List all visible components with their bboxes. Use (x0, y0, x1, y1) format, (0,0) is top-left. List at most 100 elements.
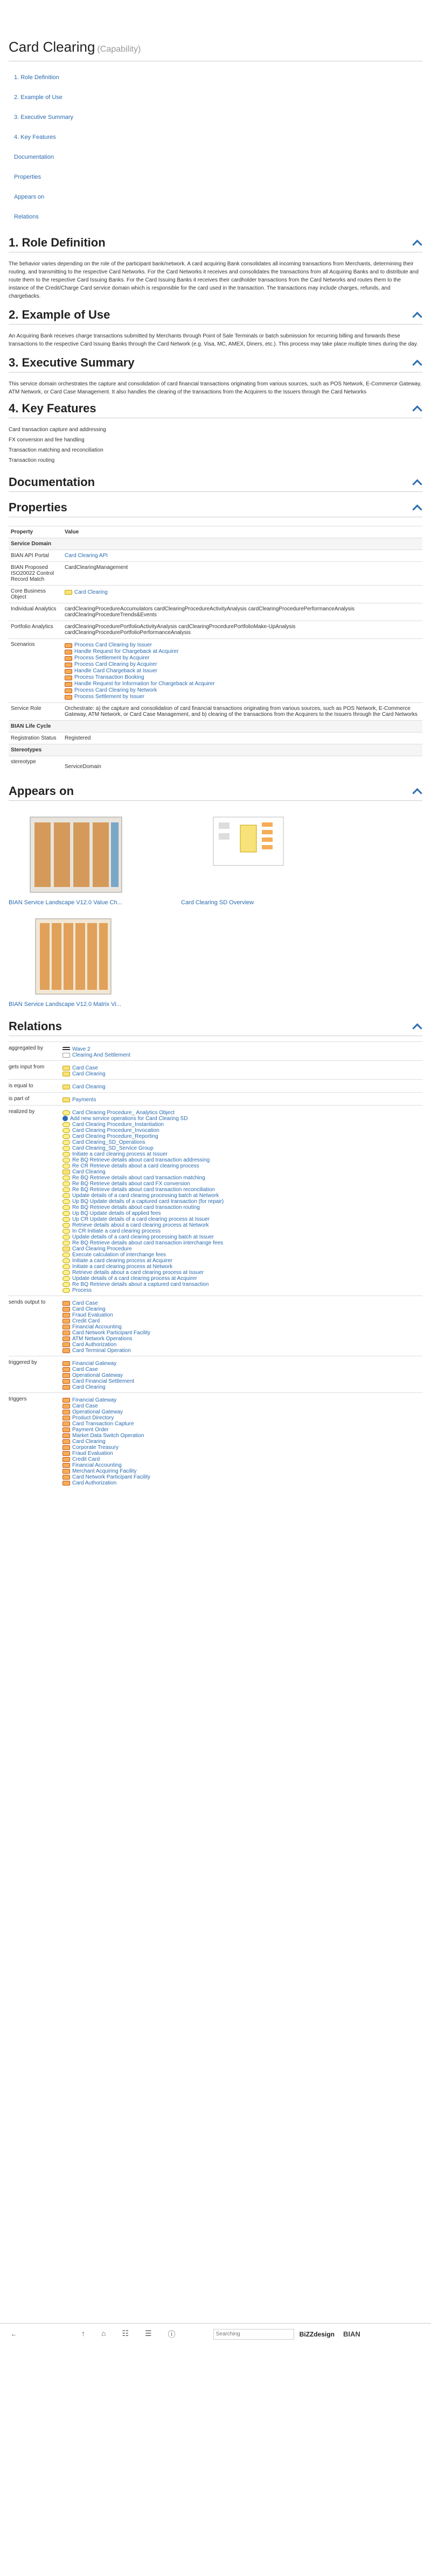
relation-item[interactable]: Card Clearing (62, 1070, 106, 1077)
relation-link[interactable]: Clearing And Settlement (72, 1052, 130, 1058)
collapse-chevron-icon[interactable] (412, 504, 422, 511)
relation-item[interactable]: Fraud Evaluation (62, 1311, 150, 1318)
toc-item[interactable]: Relations (14, 212, 422, 231)
toc-item[interactable]: 3. Executive Summary (14, 112, 422, 132)
relation-item[interactable]: Initiate a card clearing process at Issu… (62, 1150, 224, 1157)
relation-item[interactable]: Market Data Switch Operation (62, 1432, 150, 1439)
relation-link[interactable]: Card Terminal Operation (72, 1348, 131, 1354)
relation-item[interactable]: Card Clearing_SD_Operations (62, 1138, 224, 1145)
relation-item[interactable]: Re BQ Retrieve details about card transa… (62, 1203, 224, 1210)
diagram-link[interactable]: BIAN Service Landscape V12.0 Value Ch... (9, 899, 122, 906)
relation-item[interactable]: Card Terminal Operation (62, 1347, 150, 1354)
toc-item[interactable]: Properties (14, 172, 422, 192)
relation-item[interactable]: Initiate a card clearing process at Netw… (62, 1263, 224, 1270)
diagram-link[interactable]: BIAN Service Landscape V12.0 Matrix Vi..… (9, 1001, 121, 1008)
relation-item[interactable]: Card Clearing Procedure_Reporting (62, 1132, 224, 1139)
relation-link[interactable]: Re BQ Retrieve details about a captured … (72, 1282, 208, 1287)
relation-item[interactable]: Card Network Participant Facility (62, 1329, 150, 1336)
element-link[interactable]: Card Clearing (74, 589, 108, 595)
relation-item[interactable]: Financial Accounting (62, 1323, 150, 1330)
toc-item[interactable]: 4. Key Features (14, 132, 422, 152)
relation-link[interactable]: Card Authorization (72, 1480, 116, 1486)
collapse-chevron-icon[interactable] (412, 239, 422, 247)
scenario-item[interactable]: Process Settlement by Acquirer (65, 654, 420, 661)
api-link[interactable]: Card Clearing API (65, 553, 108, 559)
relation-item[interactable]: Card Clearing (62, 1305, 150, 1312)
relation-item[interactable]: Payment Order (62, 1426, 150, 1433)
scenario-item[interactable]: Handle Card Chargeback at Issuer (65, 667, 420, 674)
scenario-link[interactable]: Process Settlement by Issuer (74, 694, 144, 700)
relation-link[interactable]: Card Clearing (72, 1071, 106, 1077)
toc-item[interactable]: Appears on (14, 192, 422, 212)
relation-link[interactable]: Card Clearing (72, 1084, 106, 1090)
relation-item[interactable]: Card Clearing (62, 1083, 106, 1090)
relation-item[interactable]: Card Clearing Procedure_ Analytics Objec… (62, 1109, 224, 1116)
relation-item[interactable]: Financial Gateway (62, 1396, 150, 1403)
collapse-chevron-icon[interactable] (412, 1023, 422, 1030)
collapse-chevron-icon[interactable] (412, 787, 422, 795)
relation-item[interactable]: Re BQ Retrieve details about card transa… (62, 1174, 224, 1181)
scenario-item[interactable]: Process Card Clearing by Issuer (65, 642, 420, 648)
relation-item[interactable]: Add new service operations for Card Clea… (62, 1115, 224, 1122)
collapse-chevron-icon[interactable] (412, 478, 422, 486)
relation-item[interactable]: Payments (62, 1096, 96, 1103)
relation-item[interactable]: Retrieve details about a card clearing p… (62, 1269, 224, 1276)
collapse-chevron-icon[interactable] (412, 311, 422, 319)
toc-item[interactable]: Documentation (14, 152, 422, 172)
scenario-item[interactable]: Process Card Clearing by Acquirer (65, 661, 420, 667)
tree-icon[interactable]: ☷ (122, 2329, 129, 2340)
relation-item[interactable]: Re BQ Retrieve details about card transa… (62, 1239, 224, 1246)
relation-item[interactable]: Initiate a card clearing process at Acqu… (62, 1257, 224, 1264)
diagram-thumbnail[interactable]: BIAN Service Landscape V12.0 Matrix Vi..… (9, 913, 149, 1008)
list-icon[interactable]: ☰ (145, 2329, 152, 2340)
relation-item[interactable]: Operational Gateway (62, 1371, 134, 1378)
relation-item[interactable]: Update details of a card clearing proces… (62, 1233, 224, 1240)
scenario-item[interactable]: Handle Request for Chargeback at Acquire… (65, 648, 420, 654)
relation-item[interactable]: Card Financial Settlement (62, 1377, 134, 1384)
relation-item[interactable]: Card Clearing Procedure_Invocation (62, 1127, 224, 1134)
scenario-item[interactable]: Process Card Clearing by Network (65, 687, 420, 693)
up-icon[interactable]: ↑ (81, 2329, 85, 2340)
diagram-thumbnail[interactable]: BIAN Service Landscape V12.0 Value Ch... (9, 812, 149, 906)
home-icon[interactable]: ⌂ (101, 2329, 106, 2340)
relation-item[interactable]: Update details of a card clearing proces… (62, 1192, 224, 1199)
relation-item[interactable]: Product Directory (62, 1414, 150, 1421)
diagram-link[interactable]: Card Clearing SD Overview (181, 899, 254, 906)
relation-item[interactable]: Wave 2 (62, 1045, 130, 1052)
relation-item[interactable]: Card Transaction Capture (62, 1420, 150, 1427)
toc-item[interactable]: 2. Example of Use (14, 92, 422, 112)
diagram-thumbnail[interactable]: Card Clearing SD Overview (181, 812, 321, 906)
relation-link[interactable]: Process (72, 1287, 92, 1293)
back-icon[interactable]: ← (11, 2331, 17, 2338)
relation-item[interactable]: Corporate Treasury (62, 1444, 150, 1451)
relation-item[interactable]: Financial Accounting (62, 1461, 150, 1468)
relation-item[interactable]: Up CR Update details of a card clearing … (62, 1215, 224, 1222)
relation-item[interactable]: Re BQ Retrieve details about a captured … (62, 1280, 224, 1287)
relation-item[interactable]: Up BQ Update details of a captured card … (62, 1198, 224, 1205)
relation-item[interactable]: Card Case (62, 1064, 106, 1071)
relation-item[interactable]: Merchant Acquiring Facility (62, 1467, 150, 1474)
info-icon[interactable]: ⓘ (168, 2329, 176, 2340)
scenario-item[interactable]: Process Settlement by Issuer (65, 693, 420, 700)
relation-item[interactable]: Execute calculation of interchange fees (62, 1251, 224, 1258)
collapse-chevron-icon[interactable] (412, 359, 422, 367)
relation-item[interactable]: Operational Gateway (62, 1408, 150, 1415)
relation-item[interactable]: Card Clearing Procedure_Instantiation (62, 1121, 224, 1128)
relation-item[interactable]: Card Authorization (62, 1341, 150, 1348)
scenario-item[interactable]: Handle Request for Information for Charg… (65, 680, 420, 687)
relation-item[interactable]: Re BQ Retrieve details about card transa… (62, 1156, 224, 1163)
search-input[interactable] (213, 2328, 294, 2340)
relation-item[interactable]: Fraud Evaluation (62, 1449, 150, 1456)
relation-link[interactable]: Card Clearing (72, 1384, 106, 1390)
relation-link[interactable]: Payments (72, 1097, 96, 1103)
toc-item[interactable]: 1. Role Definition (14, 72, 422, 92)
relation-item[interactable]: Card Clearing_SD_Service Group (62, 1144, 224, 1151)
relation-item[interactable]: Financial Gateway (62, 1360, 134, 1367)
scenario-item[interactable]: Process Transaction Booking (65, 674, 420, 680)
relation-item[interactable]: Clearing And Settlement (62, 1051, 130, 1058)
relation-item[interactable]: Retrieve details about a card clearing p… (62, 1221, 224, 1228)
relation-item[interactable]: Card Case (62, 1299, 150, 1306)
relation-item[interactable]: Re BQ Retrieve details about card transa… (62, 1186, 224, 1193)
collapse-chevron-icon[interactable] (412, 405, 422, 412)
relation-item[interactable]: Card Network Participant Facility (62, 1473, 150, 1480)
